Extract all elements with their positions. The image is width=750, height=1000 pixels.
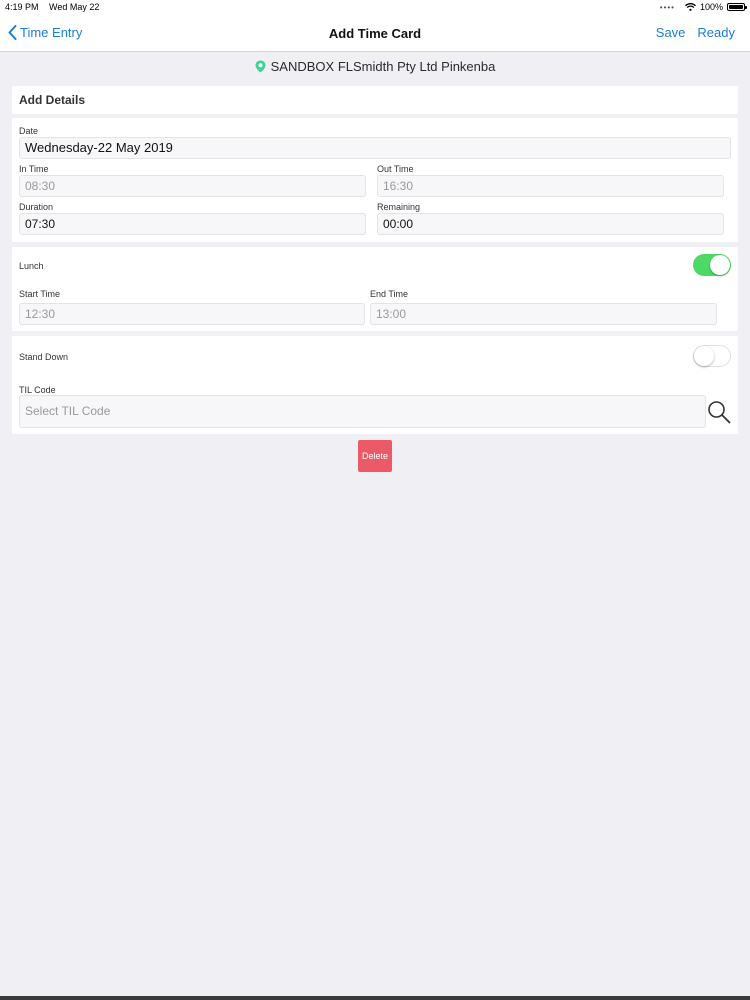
add-details-header: Add Details: [12, 86, 738, 114]
date-field[interactable]: Wednesday-22 May 2019: [19, 137, 731, 159]
location-name: SANDBOX FLSmidth Pty Ltd Pinkenba: [270, 58, 496, 74]
map-pin-icon: [255, 60, 266, 72]
til-code-label: TIL Code: [19, 385, 56, 395]
signal-dots-icon: ••••: [659, 2, 675, 12]
til-code-field[interactable]: Select TIL Code: [19, 395, 706, 428]
status-date: Wed May 22: [49, 2, 100, 12]
battery-icon: [727, 3, 747, 11]
out-time-label: Out Time: [377, 164, 414, 174]
search-icon: [708, 401, 731, 424]
lunch-label: Lunch: [19, 261, 44, 271]
home-indicator-bar: [0, 996, 750, 1000]
lunch-card: Lunch Start Time 12:30 End Time 13:00: [12, 247, 738, 331]
til-search-button[interactable]: [707, 400, 731, 429]
toggle-knob: [694, 346, 714, 366]
wifi-icon: [685, 3, 696, 11]
lunch-end-field[interactable]: 13:00: [370, 303, 717, 325]
lunch-toggle[interactable]: [693, 254, 731, 276]
navigation-bar: Time Entry Add Time Card Save Ready: [0, 16, 750, 52]
ready-button[interactable]: Ready: [697, 25, 735, 40]
remaining-field: 00:00: [377, 213, 724, 235]
out-time-field[interactable]: 16:30: [377, 175, 724, 197]
remaining-label: Remaining: [377, 202, 421, 212]
delete-button[interactable]: Delete: [358, 440, 392, 472]
start-time-label: Start Time: [19, 289, 61, 299]
stand-down-label: Stand Down: [19, 352, 69, 362]
stand-down-toggle[interactable]: [693, 345, 731, 367]
page-title: Add Time Card: [328, 26, 422, 41]
duration-field: 07:30: [19, 213, 366, 235]
toggle-knob: [710, 255, 730, 275]
end-time-label: End Time: [370, 289, 409, 299]
lunch-start-field[interactable]: 12:30: [19, 303, 365, 325]
date-label: Date: [19, 126, 39, 136]
in-time-field[interactable]: 08:30: [19, 175, 366, 197]
status-bar: 4:19 PM Wed May 22 •••• 100%: [0, 0, 750, 16]
section-title: Add Details: [19, 93, 86, 107]
stand-down-card: Stand Down TIL Code Select TIL Code: [12, 336, 738, 434]
status-time: 4:19 PM: [5, 2, 39, 12]
battery-percent: 100%: [699, 2, 723, 12]
time-details-card: Date Wednesday-22 May 2019 In Time 08:30…: [12, 118, 738, 242]
save-button[interactable]: Save: [656, 25, 686, 40]
location-banner: SANDBOX FLSmidth Pty Ltd Pinkenba: [0, 56, 750, 76]
in-time-label: In Time: [19, 164, 49, 174]
duration-label: Duration: [19, 202, 54, 212]
